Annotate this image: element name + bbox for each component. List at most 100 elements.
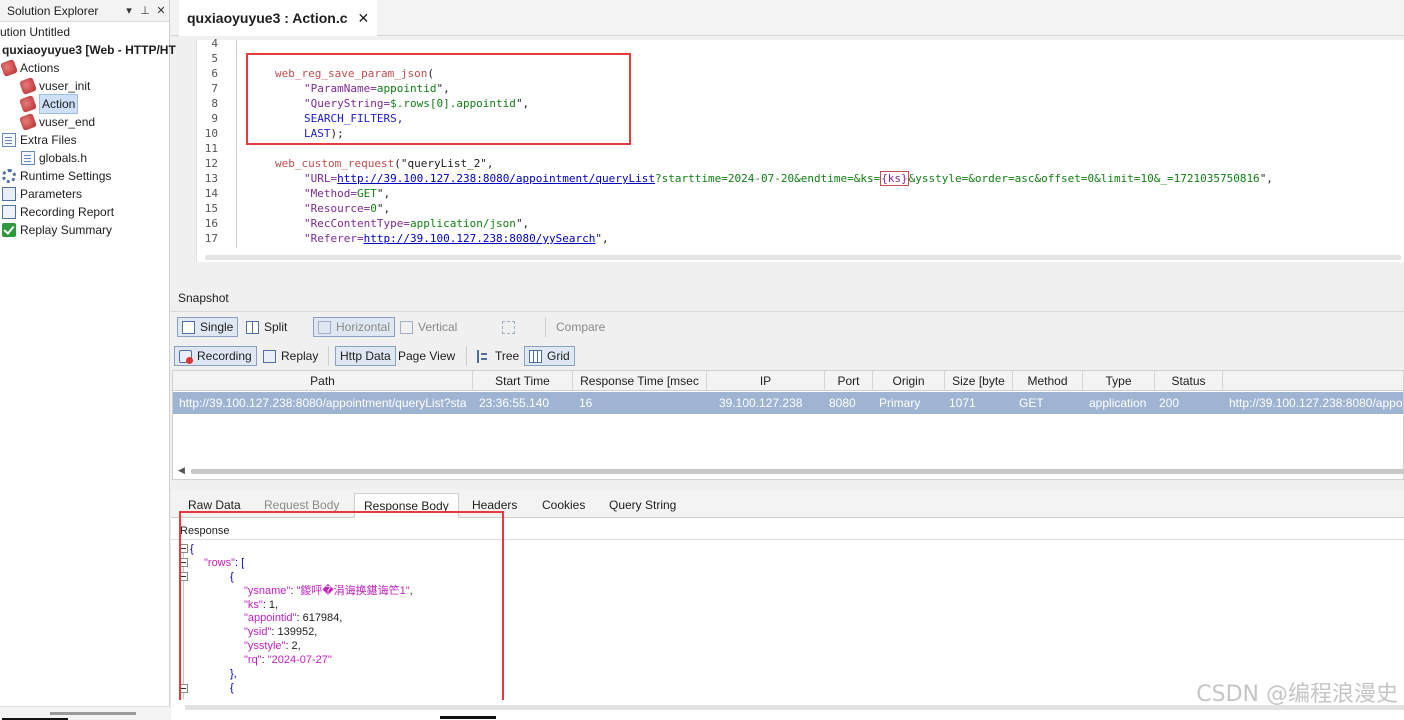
single-view-button[interactable]: Single xyxy=(177,317,239,337)
solution-explorer-header: Solution Explorer ▾ ⊥ ✕ xyxy=(0,0,169,22)
tree-item-globals[interactable]: globals.h xyxy=(21,149,87,167)
tree-item-label: Parameters xyxy=(20,187,83,201)
line-number: 17 xyxy=(204,232,218,245)
function-name: web_reg_save_param_json xyxy=(275,67,428,80)
replay-icon xyxy=(263,349,276,363)
collapse-icon[interactable] xyxy=(179,684,188,693)
column-header-path[interactable]: Path xyxy=(173,371,473,391)
pin-icon[interactable]: ⊥ xyxy=(137,4,153,17)
tree-item-replay-summary[interactable]: Replay Summary xyxy=(2,221,112,239)
button-label: Horizontal xyxy=(336,320,391,334)
editor-horizontal-scrollbar[interactable] xyxy=(205,255,1401,260)
code-value: $.rows[0].appointid xyxy=(390,97,516,110)
button-label: Replay xyxy=(281,349,319,363)
code-line-17: "Referer=http://39.100.127.238:8080/yySe… xyxy=(304,231,609,246)
horizontal-icon xyxy=(318,320,331,334)
code-string: "QueryString= xyxy=(304,97,391,110)
scroll-left-icon[interactable]: ◀ xyxy=(178,465,185,476)
collapse-icon[interactable] xyxy=(179,558,188,567)
snapshot-label: Snapshot xyxy=(178,291,229,305)
line-number: 14 xyxy=(204,187,218,200)
code-parameter: {ks} xyxy=(880,171,909,186)
json-key: "rq" xyxy=(244,654,262,666)
code-line-12: web_custom_request("queryList_2", xyxy=(275,156,494,171)
compare-button[interactable]: Compare xyxy=(552,317,609,337)
tab-cookies[interactable]: Cookies xyxy=(533,493,594,518)
grid-horizontal-scrollbar[interactable] xyxy=(191,469,1403,474)
horizontal-button[interactable]: Horizontal xyxy=(313,317,396,337)
tree-item-action[interactable]: Action xyxy=(19,94,79,114)
line-number: 7 xyxy=(211,82,218,95)
dropdown-icon[interactable]: ▾ xyxy=(121,4,137,17)
column-header-method[interactable]: Method xyxy=(1013,371,1083,391)
tree-item-label: Extra Files xyxy=(20,133,77,147)
recording-button[interactable]: Recording xyxy=(174,346,257,366)
tree-item-actions[interactable]: Actions xyxy=(0,59,59,77)
tree-item-label: ution Untitled xyxy=(0,25,71,39)
column-header-type[interactable]: Type xyxy=(1083,371,1155,391)
code-line-10: LAST); xyxy=(304,126,344,141)
column-header-port[interactable]: Port xyxy=(825,371,873,391)
code-url: http://39.100.127.238:8080/appointment/q… xyxy=(337,172,656,185)
tab-request-body[interactable]: Request Body xyxy=(255,493,348,518)
tab-headers[interactable]: Headers xyxy=(463,493,526,518)
cell-path: http://39.100.127.238:8080/appointment/q… xyxy=(179,396,467,410)
collapse-icon[interactable] xyxy=(179,572,188,581)
tree-item-runtime-settings[interactable]: Runtime Settings xyxy=(2,167,111,185)
recording-icon xyxy=(179,349,193,364)
close-icon[interactable]: ✕ xyxy=(153,4,169,17)
close-tab-icon[interactable]: ✕ xyxy=(358,0,370,36)
column-header-start-time[interactable]: Start Time xyxy=(473,371,573,391)
split-view-button[interactable]: Split xyxy=(242,317,291,337)
panel-splitter[interactable] xyxy=(171,264,1404,286)
tree-item-label: Action xyxy=(39,94,79,114)
tab-query-string[interactable]: Query String xyxy=(600,493,685,518)
grid-view-button[interactable]: Grid xyxy=(524,346,575,366)
column-header-response-time[interactable]: Response Time [msec xyxy=(573,371,707,391)
tree-view-button[interactable]: Tree xyxy=(473,346,523,366)
button-label: Http Data xyxy=(340,349,391,363)
code-string: "Referer= xyxy=(304,232,364,245)
column-header-ip[interactable]: IP xyxy=(707,371,825,391)
action-icon xyxy=(19,77,37,95)
tab-raw-data[interactable]: Raw Data xyxy=(179,493,250,518)
tree-item-recording-report[interactable]: Recording Report xyxy=(2,203,114,221)
tab-action-c[interactable]: quxiaoyuyue3 : Action.c ✕ xyxy=(179,0,378,36)
json-key: "ks" xyxy=(244,599,263,611)
json-value: "鍐呯�涓诲换鍖诲笀1" xyxy=(296,585,410,597)
button-label: Single xyxy=(200,320,234,334)
column-header-size[interactable]: Size [byte xyxy=(945,371,1013,391)
page-view-button[interactable]: Page View xyxy=(394,346,459,366)
tree-item-vuser-end[interactable]: vuser_end xyxy=(19,113,95,131)
tree-item-script[interactable]: quxiaoyuyue3 [Web - HTTP/HT xyxy=(2,41,176,59)
http-data-button[interactable]: Http Data xyxy=(335,346,396,366)
json-key: "ysid" xyxy=(244,626,272,638)
single-view-icon xyxy=(182,320,195,334)
line-number: 9 xyxy=(211,112,218,125)
tab-response-body[interactable]: Response Body xyxy=(354,493,459,518)
code-line-16: "RecContentType=application/json", xyxy=(304,216,529,231)
tree-item-extra-files[interactable]: Extra Files xyxy=(2,131,77,149)
tree-item-label: Runtime Settings xyxy=(20,169,112,183)
cell-method: GET xyxy=(1019,396,1044,410)
response-label: Response xyxy=(180,525,230,537)
column-header-origin[interactable]: Origin xyxy=(873,371,945,391)
json-line: { xyxy=(230,571,234,583)
horizontal-scrollbar[interactable] xyxy=(0,706,170,720)
json-line: "ysid": 139952, xyxy=(244,625,317,639)
tree-item-parameters[interactable]: Parameters xyxy=(2,185,82,203)
scrollbar-thumb[interactable] xyxy=(50,712,136,715)
json-key: "ysstyle" xyxy=(244,640,286,652)
column-header-status[interactable]: Status xyxy=(1155,371,1223,391)
json-line: "rq": "2024-07-27" xyxy=(244,654,332,666)
replay-button[interactable]: Replay xyxy=(259,346,322,366)
tree-item-vuser-init[interactable]: vuser_init xyxy=(19,77,90,95)
vertical-button[interactable]: Vertical xyxy=(396,317,461,337)
collapse-icon[interactable] xyxy=(179,544,188,553)
table-row[interactable]: http://39.100.127.238:8080/appointment/q… xyxy=(173,392,1403,414)
code-editor[interactable]: 4 5 6 7 8 9 10 11 12 13 14 15 16 17 web_… xyxy=(196,37,1404,262)
scrollbar-edge xyxy=(440,716,496,719)
tree-item-solution[interactable]: ution Untitled xyxy=(0,23,70,41)
button-label: Grid xyxy=(547,349,570,363)
sync-button[interactable] xyxy=(498,317,524,337)
